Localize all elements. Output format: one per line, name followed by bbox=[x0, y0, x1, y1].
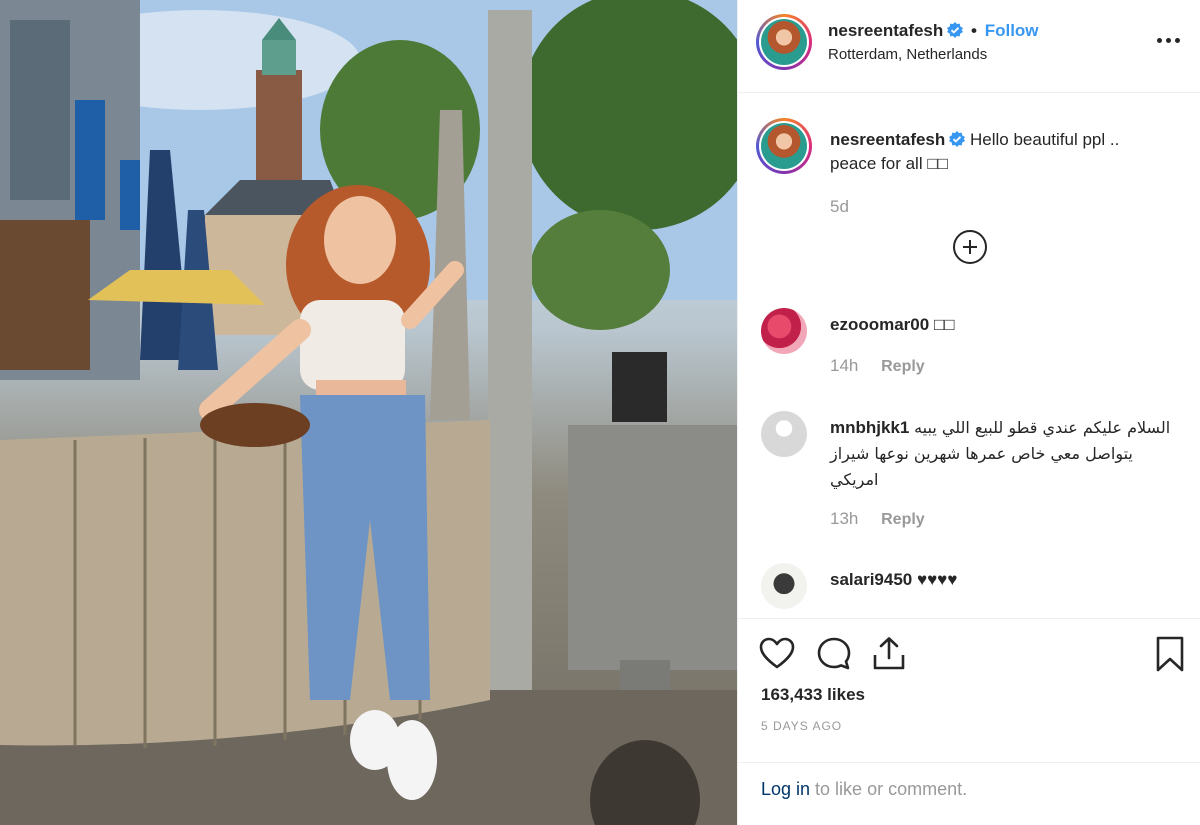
post-location[interactable]: Rotterdam, Netherlands bbox=[828, 46, 987, 63]
comment-text: ♥♥♥♥ bbox=[916, 570, 958, 589]
commenter-avatar[interactable] bbox=[761, 308, 807, 354]
header-username-row: nesreentafesh • Follow bbox=[828, 21, 1039, 41]
login-prompt: Log in to like or comment. bbox=[738, 762, 1200, 825]
login-link[interactable]: Log in bbox=[761, 779, 810, 799]
login-text: Log in to like or comment. bbox=[761, 779, 967, 800]
caption-avatar[interactable] bbox=[756, 118, 812, 174]
comment-meta: 14h Reply bbox=[830, 356, 925, 376]
commenter-avatar[interactable] bbox=[761, 563, 807, 609]
post-actions: 163,433 likes 5 DAYS AGO bbox=[738, 618, 1200, 762]
comment-username[interactable]: mnbhjkk1 bbox=[830, 418, 909, 437]
author-username[interactable]: nesreentafesh bbox=[828, 21, 943, 40]
comment-icon[interactable] bbox=[815, 635, 853, 673]
comment-text-block: salari9450 ♥♥♥♥ bbox=[830, 567, 1175, 593]
comment-time[interactable]: 13h bbox=[830, 509, 858, 528]
caption-username[interactable]: nesreentafesh bbox=[830, 130, 945, 149]
header-separator: • bbox=[971, 21, 977, 40]
heart-icon[interactable] bbox=[758, 635, 796, 673]
comment-time[interactable]: 14h bbox=[830, 356, 858, 375]
reply-button[interactable]: Reply bbox=[881, 358, 925, 375]
login-rest: to like or comment. bbox=[810, 779, 968, 799]
caption-text-block: nesreentafesh Hello beautiful ppl .. pea… bbox=[830, 128, 1170, 176]
commenter-avatar[interactable] bbox=[761, 411, 807, 457]
follow-button[interactable]: Follow bbox=[985, 21, 1039, 40]
post-header: nesreentafesh • Follow Rotterdam, Nether… bbox=[738, 0, 1200, 93]
comment-username[interactable]: ezooomar00 bbox=[830, 315, 929, 334]
author-avatar[interactable] bbox=[756, 14, 812, 70]
load-more-icon[interactable] bbox=[953, 230, 987, 264]
comment-text-block: mnbhjkk1 السلام عليكم عندي قطو للبيع الل… bbox=[830, 415, 1175, 493]
comment-username[interactable]: salari9450 bbox=[830, 570, 912, 589]
bookmark-icon[interactable] bbox=[1151, 635, 1189, 673]
more-icon[interactable] bbox=[1153, 28, 1183, 52]
verified-icon bbox=[949, 131, 966, 147]
share-icon[interactable] bbox=[870, 635, 908, 673]
post-date[interactable]: 5 DAYS AGO bbox=[761, 719, 842, 733]
post-side-panel: nesreentafesh • Follow Rotterdam, Nether… bbox=[737, 0, 1200, 825]
caption-timestamp[interactable]: 5d bbox=[830, 197, 849, 217]
photo-scene bbox=[0, 0, 737, 825]
likes-count[interactable]: 163,433 likes bbox=[761, 685, 865, 705]
reply-button[interactable]: Reply bbox=[881, 511, 925, 528]
verified-icon bbox=[947, 22, 964, 38]
comments-list[interactable]: nesreentafesh Hello beautiful ppl .. pea… bbox=[738, 93, 1200, 618]
post-photo[interactable] bbox=[0, 0, 737, 825]
comment-text: □□ bbox=[933, 315, 955, 334]
comment-text-block: ezooomar00 □□ bbox=[830, 312, 1175, 338]
comment-meta: 13h Reply bbox=[830, 509, 925, 529]
